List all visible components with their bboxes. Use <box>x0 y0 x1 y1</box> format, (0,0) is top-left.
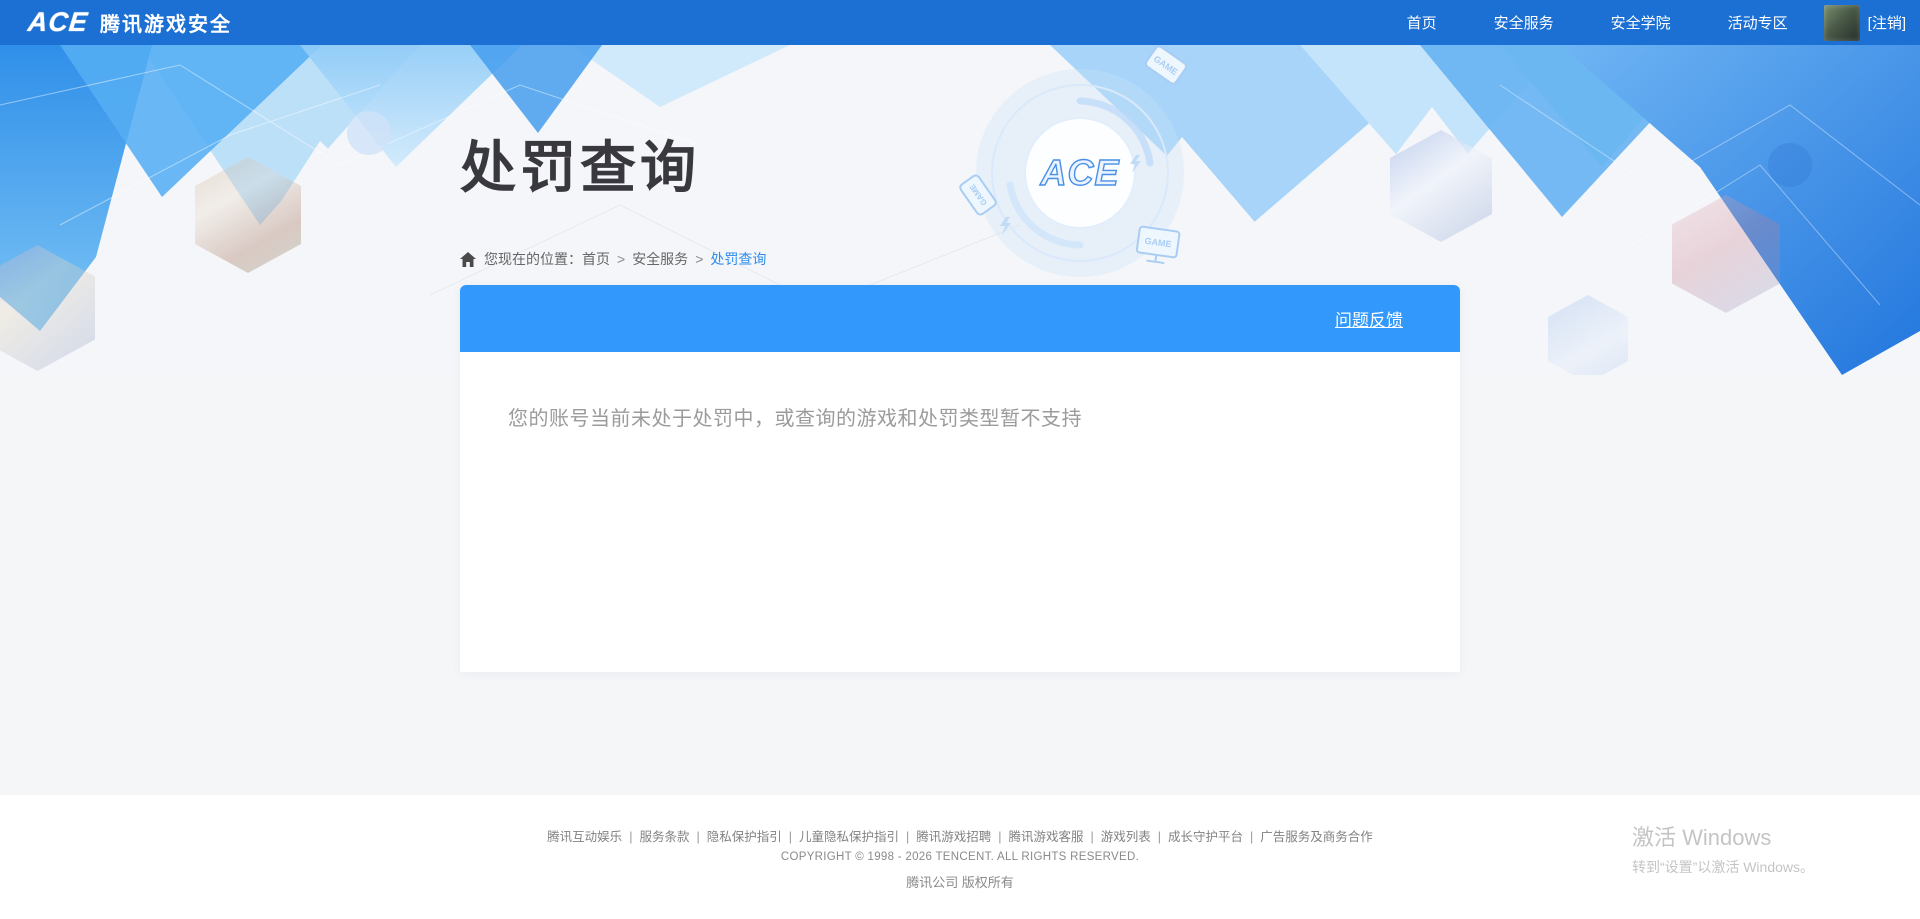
query-result-message: 您的账号当前未处于处罚中，或查询的游戏和处罚类型暂不支持 <box>508 408 1082 430</box>
feedback-link[interactable]: 问题反馈 <box>1335 306 1403 331</box>
footer-link-privacy[interactable]: 隐私保护指引 <box>707 830 782 844</box>
footer-link-customer-service[interactable]: 腾讯游戏客服 <box>1009 830 1084 844</box>
footer-separator: | <box>1250 830 1254 844</box>
page-title: 处罚查询 <box>460 136 700 199</box>
panel-header: 问题反馈 <box>460 285 1460 352</box>
footer-separator: | <box>629 830 633 844</box>
emblem-ace-text: ACE <box>1039 152 1119 193</box>
footer-link-growth-guard[interactable]: 成长守护平台 <box>1168 830 1243 844</box>
panel-body: 您的账号当前未处于处罚中，或查询的游戏和处罚类型暂不支持 <box>460 352 1460 672</box>
ace-logo: ACE <box>26 7 90 37</box>
brand-title: 腾讯游戏安全 <box>100 14 233 36</box>
footer-link-tencent-games[interactable]: 腾讯互动娱乐 <box>547 830 622 844</box>
nav-activity-zone[interactable]: 活动专区 <box>1728 12 1788 33</box>
decorative-dot <box>1768 143 1812 187</box>
footer-separator: | <box>1090 830 1094 844</box>
footer-link-careers[interactable]: 腾讯游戏招聘 <box>916 830 991 844</box>
nav-home[interactable]: 首页 <box>1407 12 1437 33</box>
breadcrumb-prefix: 您现在的位置： <box>484 251 582 267</box>
game-monitor-icon: GAME <box>1135 225 1181 265</box>
user-avatar[interactable] <box>1823 4 1860 41</box>
brand-logo-group[interactable]: ACE 腾讯游戏安全 <box>26 7 233 38</box>
footer-link-ads-business[interactable]: 广告服务及商务合作 <box>1260 830 1373 844</box>
ace-emblem: ACE GAME GAME GAME <box>959 45 1188 277</box>
footer-separator: | <box>788 830 792 844</box>
nav-security-services[interactable]: 安全服务 <box>1494 12 1554 33</box>
query-result-panel: 问题反馈 您的账号当前未处于处罚中，或查询的游戏和处罚类型暂不支持 <box>460 285 1460 672</box>
breadcrumb-security-services[interactable]: 安全服务 <box>632 249 688 269</box>
footer-link-terms[interactable]: 服务条款 <box>639 830 689 844</box>
page-footer: 腾讯互动娱乐 | 服务条款 | 隐私保护指引 | 儿童隐私保护指引 | 腾讯游戏招聘 | 腾讯游戏客… <box>0 795 1920 919</box>
logout-link[interactable]: [注销] <box>1868 12 1906 33</box>
breadcrumb-current: 处罚查询 <box>710 251 767 267</box>
footer-links: 腾讯互动娱乐 | 服务条款 | 隐私保护指引 | 儿童隐私保护指引 | 腾讯游戏招聘 | 腾讯游戏客… <box>0 826 1920 845</box>
breadcrumb-separator: > <box>695 251 704 267</box>
footer-company: 腾讯公司 版权所有 <box>906 875 1014 890</box>
breadcrumb: 您现在的位置： 首页 > 安全服务 > 处罚查询 <box>460 249 766 269</box>
main-content: 问题反馈 您的账号当前未处于处罚中，或查询的游戏和处罚类型暂不支持 <box>0 285 1920 795</box>
footer-link-children-privacy[interactable]: 儿童隐私保护指引 <box>799 830 899 844</box>
footer-link-game-list[interactable]: 游戏列表 <box>1101 830 1151 844</box>
breadcrumb-home[interactable]: 首页 <box>582 249 610 269</box>
decorative-dot <box>347 111 391 155</box>
footer-separator: | <box>696 830 700 844</box>
main-nav: 首页 安全服务 安全学院 活动专区 [注销] <box>1350 4 1906 41</box>
footer-separator: | <box>1157 830 1162 844</box>
footer-copyright: COPYRIGHT © 1998 - 2026 TENCENT. ALL RIG… <box>780 851 1140 863</box>
footer-separator: | <box>998 830 1002 844</box>
nav-security-academy[interactable]: 安全学院 <box>1611 12 1671 33</box>
home-icon <box>460 251 476 267</box>
game-tablet-icon: GAME <box>1144 45 1188 85</box>
top-navigation-bar: ACE 腾讯游戏安全 首页 安全服务 安全学院 活动专区 [注销] <box>0 0 1920 45</box>
footer-separator: | <box>905 830 910 844</box>
breadcrumb-separator: > <box>617 251 626 267</box>
